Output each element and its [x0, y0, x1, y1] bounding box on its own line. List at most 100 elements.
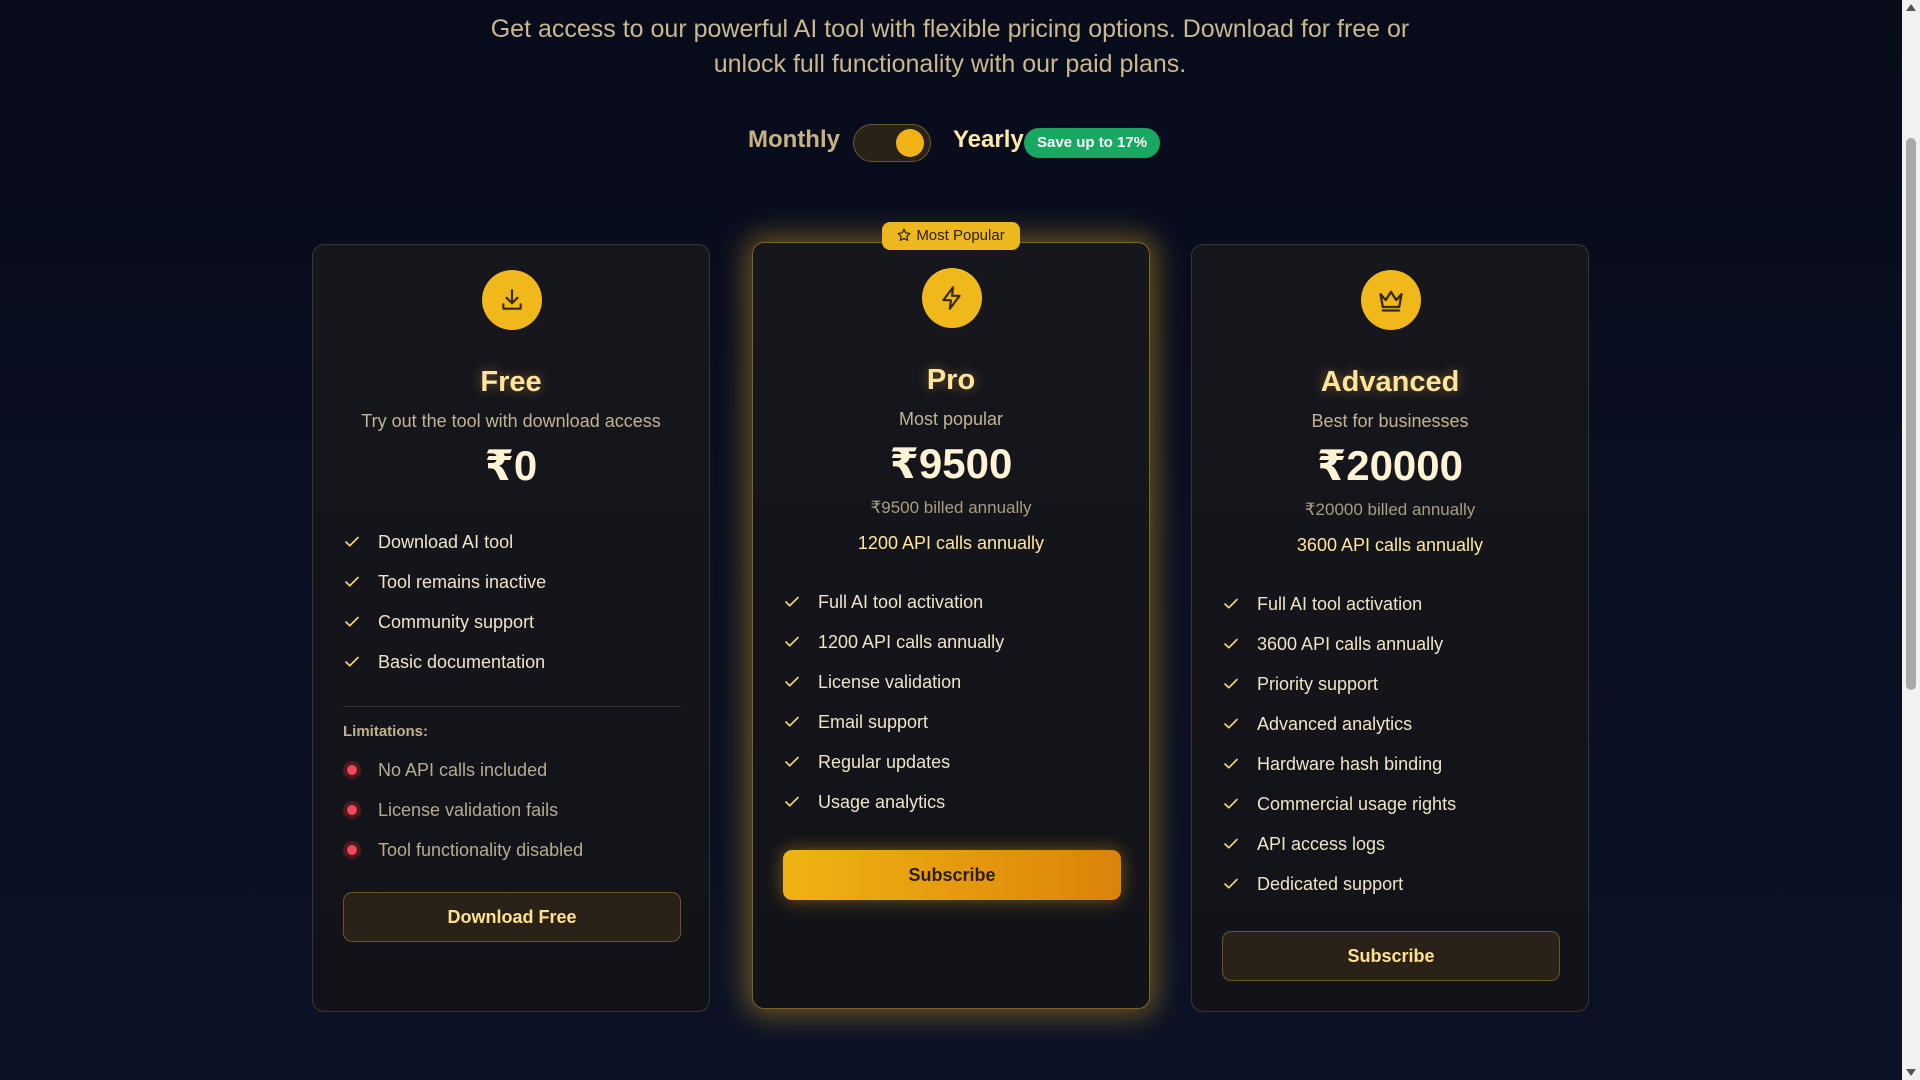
billed-text: ₹9500 billed annually: [870, 498, 1032, 517]
feature-item: 1200 API calls annually: [783, 622, 1004, 662]
plan-card-advanced: Advanced Best for businesses ₹20000 ₹200…: [1191, 244, 1589, 1012]
feature-item: Dedicated support: [1222, 864, 1456, 904]
feature-text: Full AI tool activation: [1257, 593, 1423, 614]
feature-item: Tool remains inactive: [343, 562, 546, 602]
subscribe-advanced-button[interactable]: Subscribe: [1222, 931, 1560, 981]
download-icon: [482, 270, 542, 330]
feature-item: 3600 API calls annually: [1222, 624, 1456, 664]
feature-item: Usage analytics: [783, 782, 1004, 822]
check-icon: [345, 656, 359, 667]
check-icon: [1224, 838, 1238, 849]
check-icon: [785, 596, 799, 607]
check-icon: [1224, 678, 1238, 689]
feature-text: Tool remains inactive: [378, 571, 547, 592]
plan-name: Pro: [926, 364, 976, 396]
feature-text: Advanced analytics: [1257, 713, 1413, 734]
yearly-label[interactable]: Yearly: [953, 126, 1024, 154]
intro-line-1: Get access to our powerful AI tool with …: [490, 15, 1410, 43]
x-circle-icon: [343, 761, 361, 779]
check-icon: [345, 576, 359, 587]
feature-text: API access logs: [1257, 833, 1386, 854]
check-icon: [1224, 878, 1238, 889]
scroll-down-arrow-icon[interactable]: [1906, 1069, 1916, 1076]
check-icon: [785, 796, 799, 807]
feature-text: 1200 API calls annually: [818, 631, 1005, 652]
plan-card-free: Free Try out the tool with download acce…: [312, 244, 710, 1012]
feature-text: Priority support: [1257, 673, 1379, 694]
scroll-up-arrow-icon[interactable]: [1906, 4, 1916, 11]
api-calls-text: 3600 API calls annually: [1296, 535, 1484, 555]
plan-price: ₹20000: [1316, 442, 1463, 489]
check-icon: [345, 536, 359, 547]
check-icon: [1224, 718, 1238, 729]
feature-list: Full AI tool activation 1200 API calls a…: [783, 582, 1004, 822]
api-calls-text: 1200 API calls annually: [857, 533, 1045, 553]
check-icon: [345, 616, 359, 627]
limitations-list: No API calls included License validation…: [343, 750, 583, 870]
save-badge: Save up to 17%: [1024, 128, 1161, 158]
feature-item: License validation: [783, 662, 1004, 702]
billed-text: ₹20000 billed annually: [1304, 500, 1476, 519]
limitation-item: License validation fails: [343, 790, 583, 830]
plan-price: ₹9500: [889, 440, 1013, 487]
x-circle-icon: [343, 801, 361, 819]
plan-name: Advanced: [1320, 366, 1460, 398]
intro-text: Get access to our powerful AI tool with …: [0, 12, 1900, 82]
feature-text: Download AI tool: [378, 531, 514, 552]
limitation-text: License validation fails: [378, 799, 559, 820]
scrollbar-thumb[interactable]: [1906, 138, 1916, 690]
check-icon: [1224, 598, 1238, 609]
limitation-text: Tool functionality disabled: [378, 839, 584, 860]
limitation-item: Tool functionality disabled: [343, 830, 583, 870]
lightning-icon: [922, 268, 982, 328]
download-free-button[interactable]: Download Free: [343, 892, 681, 942]
check-icon: [1224, 758, 1238, 769]
monthly-label[interactable]: Monthly: [748, 126, 840, 154]
crown-icon: [1361, 270, 1421, 330]
x-circle-icon: [343, 841, 361, 859]
toggle-knob: [896, 129, 924, 157]
check-icon: [785, 716, 799, 727]
most-popular-badge: Most Popular: [882, 222, 1020, 250]
feature-text: Community support: [378, 611, 535, 632]
billing-toggle[interactable]: [853, 124, 931, 162]
plan-description: Best for businesses: [1311, 411, 1469, 431]
feature-text: Dedicated support: [1257, 873, 1404, 894]
check-icon: [785, 636, 799, 647]
feature-text: Usage analytics: [818, 791, 946, 812]
feature-item: API access logs: [1222, 824, 1456, 864]
plan-description: Most popular: [898, 409, 1004, 429]
feature-text: Email support: [818, 711, 929, 732]
feature-item: Commercial usage rights: [1222, 784, 1456, 824]
limitation-item: No API calls included: [343, 750, 583, 790]
plan-description: Try out the tool with download access: [361, 411, 661, 431]
check-icon: [1224, 798, 1238, 809]
feature-list: Download AI tool Tool remains inactive C…: [343, 522, 546, 682]
billing-period-switch: Monthly Yearly Save up to 17%: [0, 124, 1900, 164]
subscribe-pro-button[interactable]: Subscribe: [783, 850, 1121, 900]
check-icon: [785, 676, 799, 687]
feature-item: Download AI tool: [343, 522, 546, 562]
plan-price: ₹0: [484, 442, 538, 489]
feature-text: License validation: [818, 671, 962, 692]
page-scrollbar[interactable]: [1902, 0, 1920, 1080]
feature-text: Hardware hash binding: [1257, 753, 1443, 774]
feature-item: Email support: [783, 702, 1004, 742]
check-icon: [1224, 638, 1238, 649]
feature-list: Full AI tool activation 3600 API calls a…: [1222, 584, 1456, 904]
divider: [343, 706, 681, 707]
plan-card-pro: Pro Most popular ₹9500 ₹9500 billed annu…: [752, 242, 1150, 1009]
star-icon: [897, 228, 911, 241]
feature-item: Regular updates: [783, 742, 1004, 782]
feature-item: Priority support: [1222, 664, 1456, 704]
feature-item: Basic documentation: [343, 642, 546, 682]
feature-item: Community support: [343, 602, 546, 642]
check-icon: [785, 756, 799, 767]
limitation-text: No API calls included: [378, 759, 548, 780]
feature-item: Full AI tool activation: [1222, 584, 1456, 624]
most-popular-label: Most Popular: [916, 227, 1005, 244]
feature-item: Full AI tool activation: [783, 582, 1004, 622]
feature-item: Hardware hash binding: [1222, 744, 1456, 784]
intro-line-2: unlock full functionality with our paid …: [713, 50, 1187, 78]
feature-item: Advanced analytics: [1222, 704, 1456, 744]
